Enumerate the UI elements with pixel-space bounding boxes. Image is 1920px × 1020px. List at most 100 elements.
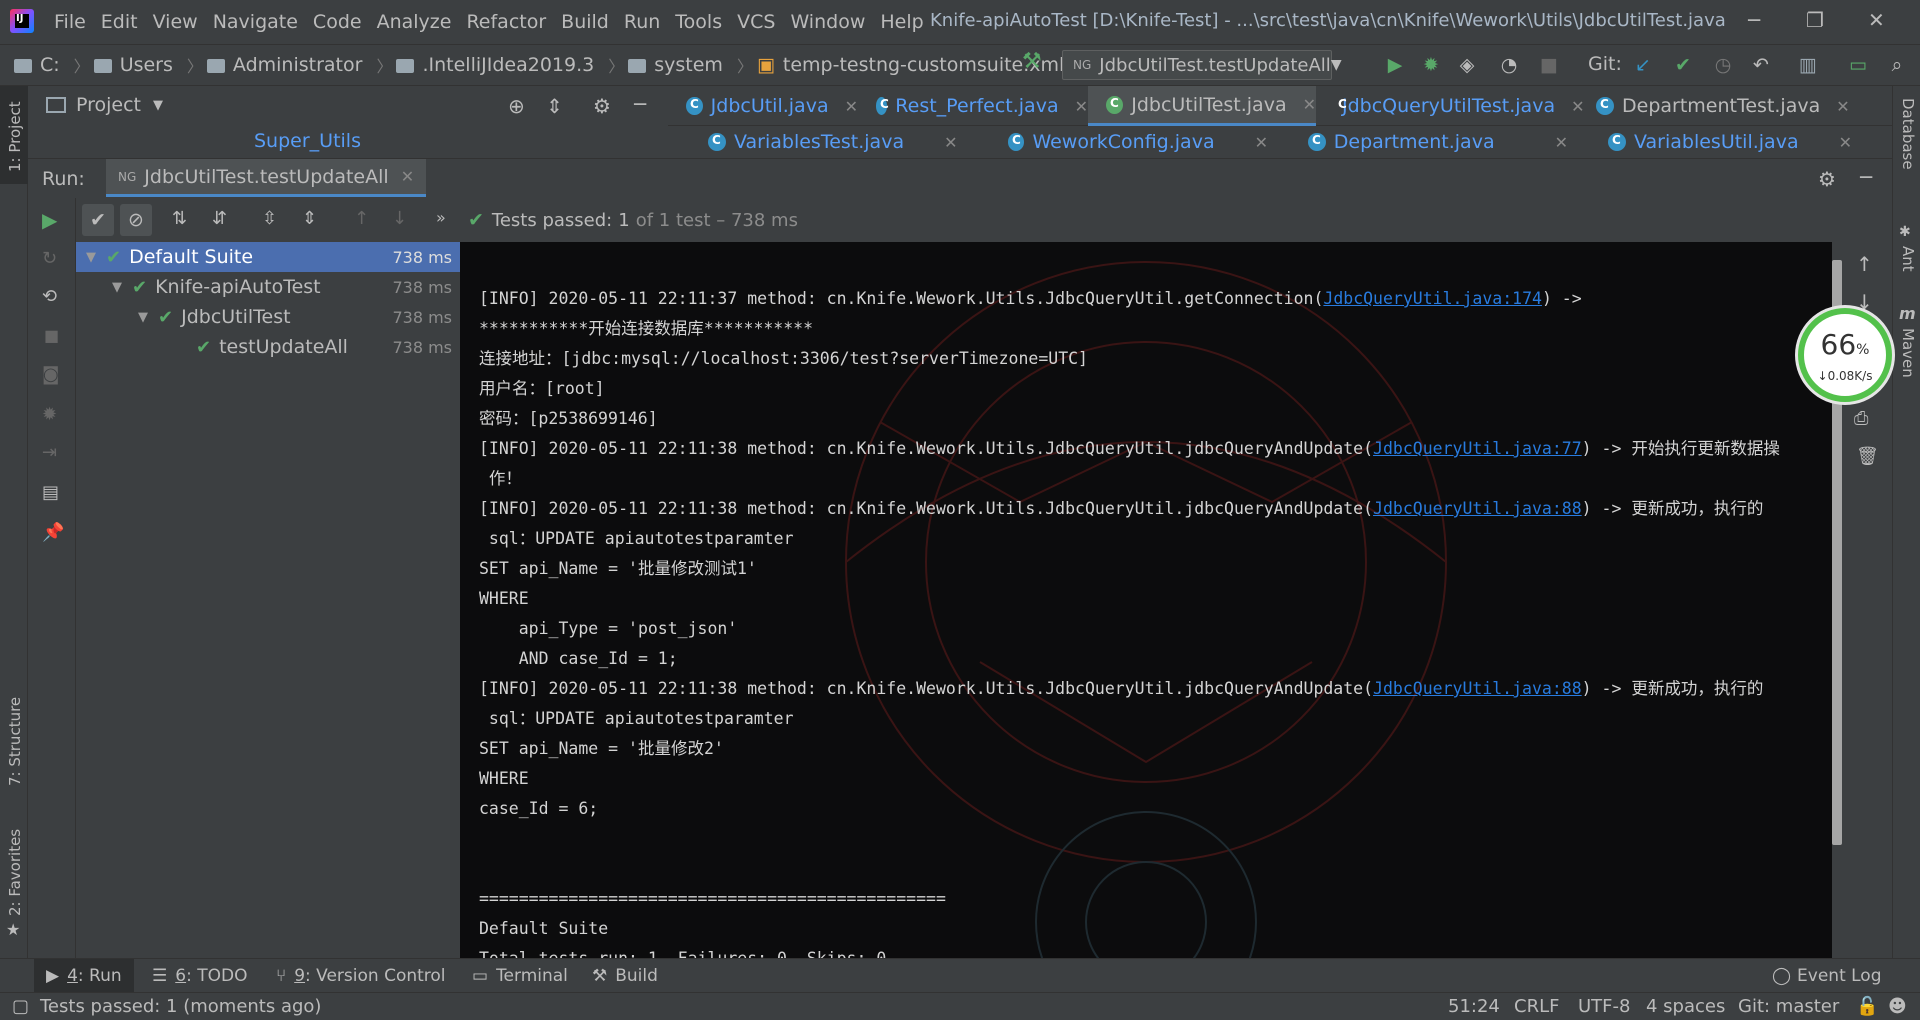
scroll-up-icon[interactable]: ↑ (1856, 252, 1873, 276)
rerun-icon[interactable]: ▶ (42, 208, 57, 232)
stop-icon[interactable]: ■ (1536, 52, 1562, 78)
ant-stripe-button[interactable]: Ant (1899, 246, 1917, 272)
close-icon[interactable]: ✕ (845, 97, 858, 116)
run-config-dropdown[interactable]: NG JdbcUtilTest.testUpdateAll ▼ (1062, 50, 1342, 80)
project-structure-icon[interactable]: ▥ (1795, 52, 1821, 78)
breadcrumb-system[interactable]: system (628, 54, 723, 76)
tool-tab-run[interactable]: ▶ 4: Run (34, 959, 134, 993)
caret-position[interactable]: 51:24 (1448, 996, 1500, 1017)
export-icon[interactable]: ⇥ (42, 442, 57, 463)
lock-icon[interactable]: 🔓 (1856, 996, 1878, 1017)
tool-tab-todo[interactable]: ☰ 6: TODO (152, 959, 247, 993)
breadcrumb-xml-file[interactable]: ▣ temp-testng-customsuite.xml (757, 54, 1064, 76)
source-link[interactable]: JdbcQueryUtil.java:174 (1323, 289, 1542, 308)
tool-tab-version-control[interactable]: ⑂ 9: Version Control (276, 959, 446, 993)
menu-window[interactable]: Window (790, 11, 865, 33)
profile-icon[interactable]: ◔ (1496, 52, 1522, 78)
menu-file[interactable]: File (54, 11, 86, 33)
menu-tools[interactable]: Tools (675, 11, 722, 33)
coverage-icon[interactable]: ◈ (1454, 52, 1480, 78)
trash-icon[interactable]: 🗑 (1856, 446, 1879, 467)
pin-icon[interactable]: 📌 (42, 522, 64, 543)
tab-jdbcutiltest[interactable]: JdbcUtilTest.java ✕ (1088, 86, 1316, 126)
minimize-button[interactable]: ─ (1748, 8, 1760, 32)
close-icon[interactable]: ✕ (1836, 97, 1849, 116)
sort-duration-icon[interactable]: ⇵ (212, 208, 227, 229)
toggle-tool-windows-icon[interactable]: ▢ (12, 996, 29, 1017)
structure-stripe-button[interactable]: 7: Structure (6, 697, 24, 786)
locate-icon[interactable]: ⊕ (508, 94, 525, 118)
project-tree-item[interactable]: Super_Utils (254, 130, 361, 152)
close-icon[interactable]: ✕ (1075, 97, 1088, 116)
tab-rest-perfect[interactable]: Rest_Perfect.java ✕ (858, 86, 1088, 126)
file-encoding[interactable]: UTF-8 (1578, 996, 1630, 1017)
menu-code[interactable]: Code (313, 11, 362, 33)
run-icon[interactable]: ▶ (1382, 52, 1408, 78)
expand-arrow-icon[interactable]: ▼ (112, 280, 122, 295)
previous-test-icon[interactable]: ↑ (354, 208, 369, 229)
menu-edit[interactable]: Edit (101, 11, 138, 33)
breadcrumb-users[interactable]: Users (93, 54, 173, 76)
menu-run[interactable]: Run (624, 11, 660, 33)
sort-alpha-icon[interactable]: ⇅ (172, 208, 187, 229)
tab-weworkconfig[interactable]: WeworkConfig.java ✕ (968, 126, 1268, 158)
breadcrumb-idea[interactable]: .IntelliJIdea2019.3 (396, 54, 594, 76)
tree-node-suite[interactable]: ▼ ✔ Default Suite 738 ms (76, 242, 460, 272)
git-branch[interactable]: Git: master (1738, 996, 1839, 1017)
debug-icon[interactable]: ✹ (1418, 52, 1444, 78)
hide-panel-icon[interactable]: ─ (634, 92, 646, 116)
source-link[interactable]: JdbcQueryUtil.java:77 (1373, 439, 1582, 458)
close-icon[interactable]: ✕ (1555, 133, 1568, 152)
close-icon[interactable]: ✕ (1303, 95, 1316, 114)
restore-button[interactable]: ❐ (1806, 8, 1824, 32)
event-log-button[interactable]: ◯ Event Log (1772, 959, 1882, 993)
database-stripe-button[interactable]: Database (1899, 98, 1917, 170)
show-passed-icon[interactable]: ✔ (82, 204, 114, 236)
chevron-down-icon[interactable]: ▼ (153, 98, 163, 113)
line-separator[interactable]: CRLF (1514, 996, 1559, 1017)
git-history-icon[interactable]: ◷ (1710, 52, 1736, 78)
rollback-icon[interactable]: ↶ (1748, 52, 1774, 78)
run-tab[interactable]: NG JdbcUtilTest.testUpdateAll ✕ (106, 159, 427, 197)
collapse-all-icon[interactable]: ⇕ (302, 208, 317, 229)
rerun-failed-icon[interactable]: ↻ (42, 248, 57, 269)
expand-arrow-icon[interactable]: ▼ (138, 310, 148, 325)
git-update-icon[interactable]: ↙ (1630, 52, 1656, 78)
tab-jdbcqueryutiltest[interactable]: JdbcQueryUtilTest.java ✕ (1316, 86, 1585, 126)
layout-icon[interactable]: ▤ (42, 482, 59, 503)
toggle-auto-test-icon[interactable]: ⟲ (42, 286, 57, 307)
tree-node-method[interactable]: ✔ testUpdateAll 738 ms (76, 332, 460, 362)
show-ignored-icon[interactable]: ⊘ (120, 204, 152, 236)
breadcrumb-administrator[interactable]: Administrator (206, 54, 362, 76)
git-commit-icon[interactable]: ✔ (1670, 52, 1696, 78)
tree-node-class[interactable]: ▼ ✔ JdbcUtilTest 738 ms (76, 302, 460, 332)
collapse-all-icon[interactable]: ⇕ (546, 94, 563, 118)
maven-stripe-button[interactable]: Maven (1899, 328, 1917, 378)
terminal-icon[interactable]: ▭ (1845, 52, 1871, 78)
camera-icon[interactable]: ◙ (42, 364, 59, 385)
next-test-icon[interactable]: ↓ (392, 208, 407, 229)
close-icon[interactable]: ✕ (1839, 133, 1852, 152)
close-window-button[interactable]: ✕ (1868, 8, 1885, 32)
menu-refactor[interactable]: Refactor (466, 11, 546, 33)
indent-setting[interactable]: 4 spaces (1646, 996, 1725, 1017)
expand-all-icon[interactable]: ⇳ (262, 208, 277, 229)
menu-vcs[interactable]: VCS (737, 11, 775, 33)
more-icon[interactable]: » (436, 208, 446, 227)
gear-icon[interactable]: ⚙ (593, 94, 611, 118)
menu-help[interactable]: Help (880, 11, 923, 33)
project-stripe-button[interactable]: 1: Project (0, 86, 28, 184)
close-icon[interactable]: ✕ (401, 167, 414, 186)
build-hammer-icon[interactable]: ⚒ (1022, 49, 1042, 74)
debug-icon[interactable]: ✹ (42, 404, 57, 425)
tab-departmenttest[interactable]: DepartmentTest.java ✕ (1578, 86, 1892, 126)
source-link[interactable]: JdbcQueryUtil.java:88 (1373, 679, 1582, 698)
close-icon[interactable]: ✕ (944, 133, 957, 152)
favorites-stripe-button[interactable]: 2: Favorites (6, 829, 24, 916)
hide-panel-icon[interactable]: ─ (1860, 165, 1872, 189)
tab-variablestest[interactable]: VariablesTest.java ✕ (668, 126, 968, 158)
stop-icon[interactable]: ■ (44, 326, 59, 345)
menu-view[interactable]: View (153, 11, 198, 33)
tool-tab-build[interactable]: ⚒ Build (592, 959, 658, 993)
source-link[interactable]: JdbcQueryUtil.java:88 (1373, 499, 1582, 518)
